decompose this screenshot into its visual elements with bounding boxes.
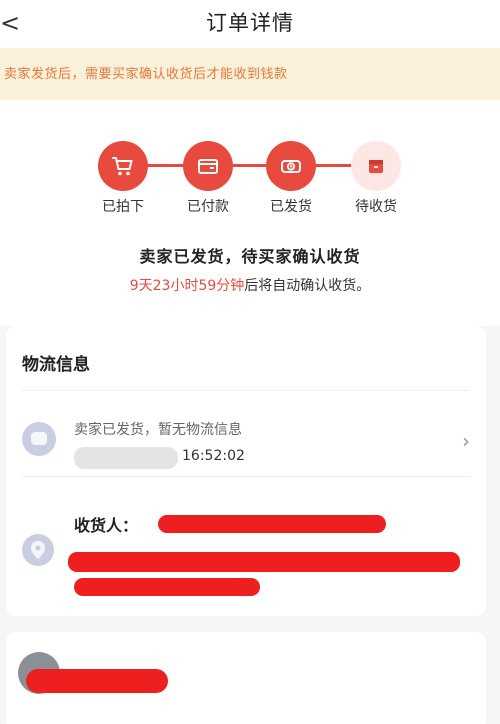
chevron-right-icon[interactable]: › [462,429,470,453]
seller-card [6,632,486,724]
step-label-ordered: 已拍下 [102,199,144,215]
redaction-mark [74,578,260,596]
page-title: 订单详情 [206,11,294,35]
order-status-section: 已拍下 已付款 已发货 待收货 卖家已发货，待买家确认收货 9天23小时59分钟… [0,100,500,326]
auto-confirm-suffix: 后将自动确认收货。 [244,278,371,294]
truck-icon [281,160,301,173]
logistics-title: 物流信息 [22,355,90,375]
logistics-time: 16:52:02 [182,448,245,464]
step-shipped [266,141,316,191]
step-label-shipped: 已发货 [270,199,312,215]
divider [22,476,470,477]
receiver-label: 收货人： [74,516,139,535]
location-pin-icon [22,534,54,566]
wallet-icon [198,159,218,174]
redaction-mark [158,515,386,533]
auto-confirm-note: 9天23小时59分钟后将自动确认收货。 [0,275,500,295]
notice-text: 卖家发货后，需要买家确认收货后才能收到钱款 [4,67,288,82]
logistics-card: 物流信息 卖家已发货，暂无物流信息 16:52:02 › 收货人： [6,326,486,616]
box-icon [369,160,383,173]
divider [22,390,470,391]
blurred-date [74,447,178,469]
notice-banner: 卖家发货后，需要买家确认收货后才能收到钱款 [0,48,500,100]
step-label-pending: 待收货 [355,199,397,215]
logistics-status-text: 卖家已发货，暂无物流信息 [74,422,242,438]
redaction-mark [68,552,460,572]
step-ordered [98,141,148,191]
step-pending-receipt [351,141,401,191]
cart-icon [112,157,133,176]
step-paid [183,141,233,191]
redaction-mark [26,669,168,693]
countdown-timer: 9天23小时59分钟 [129,278,245,294]
top-nav-bar: < 订单详情 [0,0,500,48]
step-label-paid: 已付款 [187,199,229,215]
status-headline: 卖家已发货，待买家确认收货 [139,247,361,266]
message-bubble-icon [22,422,56,456]
